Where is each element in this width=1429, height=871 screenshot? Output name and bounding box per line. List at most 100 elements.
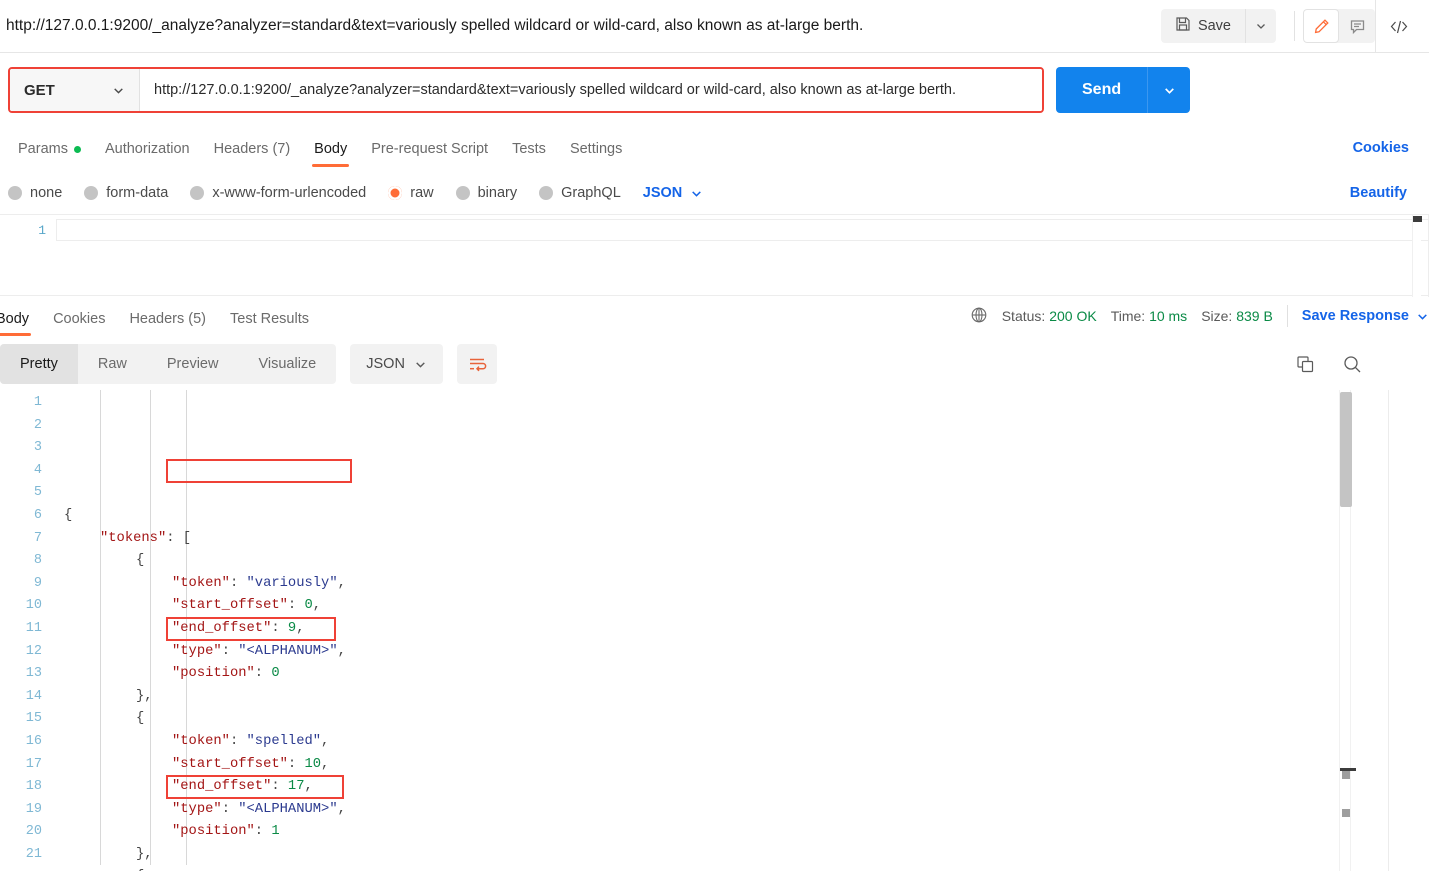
- tab-authorization[interactable]: Authorization: [93, 141, 202, 167]
- radio-icon: [455, 186, 470, 200]
- response-json-line: "tokens": [: [50, 528, 1429, 551]
- response-tab-cookies[interactable]: Cookies: [41, 311, 117, 336]
- response-line-number: 13: [25, 666, 42, 682]
- json-token: :: [254, 666, 272, 682]
- body-type-x-www-form-urlencoded[interactable]: x-www-form-urlencoded: [190, 185, 366, 201]
- body-format-dropdown[interactable]: JSON: [643, 185, 704, 201]
- beautify-link[interactable]: Beautify: [1350, 185, 1407, 201]
- response-line-number: 4: [33, 462, 42, 478]
- json-token: :: [229, 575, 247, 591]
- response-tab-test-results[interactable]: Test Results: [218, 311, 321, 336]
- tab-params[interactable]: Params: [6, 141, 93, 167]
- response-line-number: 18: [25, 779, 42, 795]
- view-mode-pretty[interactable]: Pretty: [0, 344, 78, 384]
- tab-tests[interactable]: Tests: [500, 141, 558, 167]
- response-json-line: "end_offset": 9,: [50, 618, 1429, 641]
- response-line-number: 3: [33, 440, 42, 456]
- body-type-raw[interactable]: raw: [388, 185, 434, 201]
- response-line-number: 17: [25, 756, 42, 772]
- save-response-button[interactable]: Save Response: [1302, 308, 1429, 324]
- status-label: Status:: [1001, 308, 1046, 324]
- request-editor-scroll-thumb[interactable]: [1413, 216, 1422, 222]
- json-token: ,: [337, 575, 346, 591]
- floppy-disk-icon: [1175, 16, 1191, 36]
- json-token: 9: [287, 620, 297, 636]
- body-type-form-data[interactable]: form-data: [84, 185, 168, 201]
- request-editor-scrollbar[interactable]: [1412, 215, 1422, 297]
- response-scroll-thumb[interactable]: [1340, 392, 1352, 507]
- response-tab-body[interactable]: Body: [0, 311, 41, 336]
- cookies-link[interactable]: Cookies: [1353, 140, 1409, 156]
- view-mode-preview[interactable]: Preview: [147, 344, 239, 384]
- tab-body[interactable]: Body: [302, 141, 359, 167]
- radio-selected-icon: [388, 186, 403, 200]
- response-scrollbar[interactable]: [1339, 390, 1356, 871]
- body-type-row: none form-data x-www-form-urlencoded raw…: [0, 172, 1429, 214]
- response-json-line: },: [50, 844, 1429, 867]
- chevron-down-icon: [416, 361, 425, 368]
- copy-button[interactable]: [1295, 354, 1316, 375]
- response-status-bar: Status: 200 OK Time: 10 ms Size: 839 B S…: [970, 305, 1429, 336]
- response-json-content[interactable]: {"tokens": [{"token": "variously", "start…: [50, 390, 1429, 871]
- request-editor-content[interactable]: [56, 215, 1429, 297]
- json-token: 10: [304, 756, 322, 772]
- response-line-number: 7: [33, 530, 42, 546]
- response-format-dropdown[interactable]: JSON: [350, 344, 443, 384]
- json-token: },: [136, 846, 153, 862]
- time-label: Time:: [1110, 308, 1146, 324]
- json-token: "end_offset": [172, 620, 272, 636]
- request-editor-line-1[interactable]: [56, 219, 1429, 241]
- http-method-label: GET: [24, 81, 55, 99]
- view-mode-visualize[interactable]: Visualize: [238, 344, 336, 384]
- body-type-binary[interactable]: binary: [455, 185, 517, 201]
- response-body-viewer[interactable]: 1 2 3 4 5 6 7 8 9 10 11 12 13 14 15 16 17 18 19 20 21 {"toke…: [0, 390, 1429, 871]
- json-token: ,: [321, 733, 330, 749]
- json-token: :: [271, 779, 288, 795]
- response-json-line: {: [50, 550, 1429, 573]
- tab-pre-request-script[interactable]: Pre-request Script: [359, 141, 500, 167]
- save-group: Save: [1160, 9, 1276, 43]
- body-type-none-label: none: [30, 185, 63, 201]
- tab-settings[interactable]: Settings: [558, 141, 634, 167]
- response-json-line: "token": "spelled",: [50, 731, 1429, 754]
- response-tab-headers[interactable]: Headers (5): [117, 311, 218, 336]
- code-snippet-button[interactable]: [1375, 0, 1421, 53]
- json-token: },: [136, 688, 153, 704]
- json-token: "start_offset": [172, 756, 288, 772]
- body-type-graphql-label: GraphQL: [561, 185, 621, 201]
- send-button[interactable]: Send: [1056, 67, 1149, 113]
- wrap-lines-button[interactable]: [456, 344, 497, 384]
- json-token: ,: [321, 756, 330, 772]
- body-type-graphql[interactable]: GraphQL: [539, 185, 621, 201]
- body-type-none[interactable]: none: [8, 185, 62, 201]
- response-view-modes: Pretty Raw Preview Visualize: [0, 344, 337, 384]
- cookies-link-wrap: Cookies: [1353, 139, 1423, 167]
- body-type-urlencoded-label: x-www-form-urlencoded: [212, 185, 367, 201]
- view-mode-raw[interactable]: Raw: [78, 344, 147, 384]
- edit-request-button[interactable]: [1303, 9, 1339, 43]
- pencil-icon: [1314, 18, 1329, 33]
- request-body-editor[interactable]: 1: [0, 214, 1429, 297]
- size-label: Size:: [1201, 308, 1233, 324]
- postman-window: http://127.0.0.1:9200/_analyze?analyzer=…: [0, 0, 1429, 871]
- request-url-input[interactable]: http://127.0.0.1:9200/_analyze?analyzer=…: [140, 69, 1042, 111]
- send-options-button[interactable]: [1148, 67, 1190, 113]
- tab-params-label: Params: [18, 141, 68, 157]
- json-token: "token": [172, 575, 230, 591]
- comment-button[interactable]: [1339, 9, 1375, 43]
- response-json-line: "position": 0: [50, 663, 1429, 686]
- response-json-line: },: [50, 686, 1429, 709]
- json-token: : [: [166, 530, 192, 546]
- save-options-button[interactable]: [1246, 9, 1276, 43]
- copy-icon: [1297, 355, 1314, 372]
- json-token: :: [271, 620, 288, 636]
- save-button[interactable]: Save: [1161, 9, 1246, 43]
- response-line-number: 15: [25, 711, 42, 727]
- search-response-button[interactable]: [1342, 354, 1363, 375]
- tab-headers[interactable]: Headers (7): [202, 141, 303, 167]
- radio-icon: [8, 186, 22, 200]
- response-json-line: "position": 1: [50, 821, 1429, 844]
- json-token: ,: [304, 779, 313, 795]
- url-row: GET http://127.0.0.1:9200/_analyze?analy…: [0, 53, 1429, 127]
- http-method-dropdown[interactable]: GET: [10, 69, 140, 111]
